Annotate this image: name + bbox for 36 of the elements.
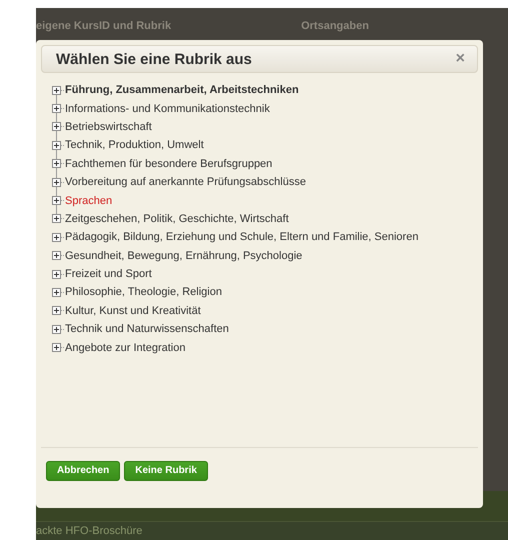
expand-icon[interactable] — [52, 306, 61, 316]
category-item[interactable]: Fachthemen für besondere Berufsgruppen — [65, 158, 272, 170]
expand-icon[interactable] — [52, 324, 61, 334]
category-item[interactable]: Kultur, Kunst und Kreativität — [65, 304, 201, 317]
expand-icon[interactable] — [52, 159, 61, 168]
footer-row: ackte HFO-Broschüre — [36, 521, 508, 540]
category-item[interactable]: Technik und Naturwissenschaften — [65, 323, 229, 336]
category-item[interactable]: Vorbereitung auf anerkannte Prüfungsabschlüsse — [65, 176, 306, 188]
category-item[interactable]: Betriebswirtschaft — [65, 120, 152, 133]
fieldset-legend: eigene KursID und Rubrik — [36, 20, 172, 32]
category-item[interactable]: Gesundheit, Bewegung, Ernährung, Psychologie — [65, 250, 302, 262]
category-item[interactable]: Sprachen — [65, 194, 112, 207]
fieldset-legend: Ortsangaben — [301, 20, 369, 32]
expand-icon[interactable] — [52, 214, 61, 224]
expand-icon[interactable] — [52, 343, 61, 352]
dialog-button[interactable]: Keine Rubrik — [124, 460, 208, 480]
expand-icon[interactable] — [52, 196, 61, 206]
dialog-button[interactable]: Abbrechen — [46, 460, 120, 480]
category-item[interactable]: Technik, Produktion, Umwelt — [65, 139, 204, 152]
category-item[interactable]: Führung, Zusammenarbeit, Arbeitstechniken — [65, 84, 299, 96]
category-item[interactable]: Zeitgeschehen, Politik, Geschichte, Wirtschaft — [65, 212, 289, 225]
expand-icon[interactable] — [52, 270, 61, 279]
expand-icon[interactable] — [52, 288, 61, 297]
category-item[interactable]: Freizeit und Sport — [65, 268, 152, 280]
category-item[interactable]: Angebote zur Integration — [65, 342, 186, 354]
expand-icon[interactable] — [52, 251, 61, 260]
dialog-title: Wählen Sie eine Rubrik aus — [56, 50, 252, 68]
expand-icon[interactable] — [52, 140, 61, 150]
category-item[interactable]: Informations- und Kommunikationstechnik — [65, 102, 270, 115]
expand-icon[interactable] — [52, 122, 61, 132]
expand-icon[interactable] — [52, 178, 61, 187]
category-item[interactable]: Pädagogik, Bildung, Erziehung und Schule, Eltern und Familie, Senioren — [65, 231, 418, 244]
category-item[interactable]: Philosophie, Theologie, Religion — [65, 286, 222, 298]
expand-icon[interactable] — [52, 104, 61, 114]
expand-icon[interactable] — [52, 232, 61, 242]
expand-icon[interactable] — [52, 86, 61, 95]
